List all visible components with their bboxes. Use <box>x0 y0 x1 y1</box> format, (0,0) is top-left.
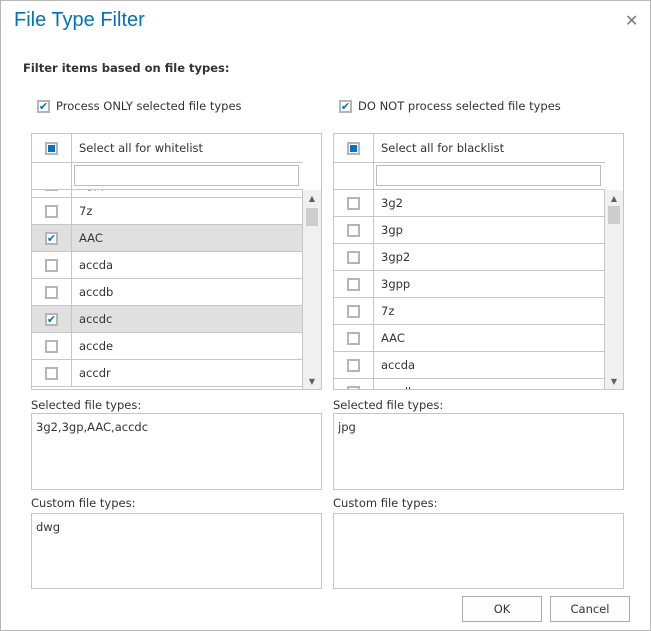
list-item[interactable]: 7z <box>32 198 302 225</box>
whitelist-selected-label: Selected file types: <box>31 398 142 412</box>
item-checkbox[interactable] <box>347 358 360 372</box>
select-all-blacklist-checkbox[interactable] <box>347 141 360 155</box>
item-label: accde <box>79 339 114 353</box>
item-checkbox[interactable] <box>347 385 360 389</box>
scroll-down-icon[interactable]: ▼ <box>605 377 623 386</box>
blacklist-list: Select all for blacklist 3g2 3gp 3gp2 3gpp 7… <box>333 133 624 390</box>
item-checkbox[interactable] <box>45 258 58 272</box>
select-all-blacklist-label: Select all for blacklist <box>381 141 505 155</box>
item-label: 7z <box>79 204 93 218</box>
item-label: accdc <box>79 312 113 326</box>
item-label: 3gpp <box>72 190 302 197</box>
blacklist-scrollbar[interactable]: ▲ ▼ <box>605 190 623 389</box>
item-checkbox[interactable] <box>347 223 360 237</box>
whitelist-filter-input[interactable] <box>74 165 299 186</box>
close-icon[interactable]: ✕ <box>625 11 638 30</box>
item-checkbox[interactable] <box>347 250 360 264</box>
whitelist-option-label: Process ONLY selected file types <box>56 99 242 113</box>
list-item[interactable]: accdr <box>32 360 302 387</box>
blacklist-option-label: DO NOT process selected file types <box>358 99 561 113</box>
item-label: AAC <box>381 331 405 345</box>
item-checkbox[interactable] <box>45 366 58 380</box>
item-checkbox[interactable] <box>347 304 360 318</box>
item-label: accdr <box>79 366 111 380</box>
scroll-thumb[interactable] <box>608 206 620 224</box>
list-item[interactable]: ✔ accdc <box>32 306 302 333</box>
list-item[interactable]: accda <box>32 252 302 279</box>
whitelist-custom-field[interactable]: dwg <box>31 513 322 589</box>
dialog-title: File Type Filter <box>14 9 145 31</box>
blacklist-option-checkbox[interactable]: ✔ <box>339 99 352 113</box>
blacklist-option[interactable]: ✔ DO NOT process selected file types <box>339 99 561 113</box>
cancel-button[interactable]: Cancel <box>550 596 630 622</box>
item-label: 3gp <box>381 223 403 237</box>
item-label: accda <box>381 358 416 372</box>
file-type-filter-dialog: File Type Filter ✕ Filter items based on… <box>0 0 651 631</box>
list-item[interactable]: AAC <box>334 325 604 352</box>
ok-button[interactable]: OK <box>462 596 542 622</box>
item-checkbox[interactable] <box>45 204 58 218</box>
select-all-whitelist-checkbox[interactable] <box>45 141 58 155</box>
scroll-up-icon[interactable]: ▲ <box>303 194 321 203</box>
whitelist-selected-field[interactable]: 3g2,3gp,AAC,accdc <box>31 413 322 490</box>
scroll-thumb[interactable] <box>306 208 318 226</box>
blacklist-selected-label: Selected file types: <box>333 398 444 412</box>
whitelist-option[interactable]: ✔ Process ONLY selected file types <box>37 99 242 113</box>
list-item[interactable]: 7z <box>334 298 604 325</box>
list-item[interactable]: 3g2 <box>334 190 604 217</box>
list-item[interactable]: 3gpp <box>32 190 302 198</box>
item-label: 3g2 <box>381 196 403 210</box>
item-checkbox[interactable] <box>45 285 58 299</box>
item-checkbox[interactable] <box>45 339 58 353</box>
item-checkbox[interactable] <box>347 196 360 210</box>
blacklist-custom-field[interactable] <box>333 513 624 589</box>
item-label: accdb <box>374 379 604 389</box>
item-label: 3gpp <box>381 277 411 291</box>
whitelist-list: Select all for whitelist 3gpp 7z ✔ AAC accda… <box>31 133 322 390</box>
item-label: accda <box>79 258 114 272</box>
item-label: accdb <box>79 285 114 299</box>
list-item[interactable]: 3gp <box>334 217 604 244</box>
whitelist-scrollbar[interactable]: ▲ ▼ <box>303 190 321 389</box>
list-item[interactable]: 3gp2 <box>334 244 604 271</box>
scroll-up-icon[interactable]: ▲ <box>605 194 623 203</box>
item-label: 7z <box>381 304 395 318</box>
list-item[interactable]: accdb <box>334 379 604 389</box>
whitelist-option-checkbox[interactable]: ✔ <box>37 99 50 113</box>
list-item[interactable]: accde <box>32 333 302 360</box>
list-item[interactable]: ✔ AAC <box>32 225 302 252</box>
scroll-down-icon[interactable]: ▼ <box>303 377 321 386</box>
list-item[interactable]: accdb <box>32 279 302 306</box>
section-heading: Filter items based on file types: <box>23 61 230 75</box>
item-label: 3gp2 <box>381 250 411 264</box>
item-checkbox[interactable]: ✔ <box>45 312 58 326</box>
blacklist-custom-label: Custom file types: <box>333 496 438 510</box>
item-label: AAC <box>79 231 103 245</box>
select-all-whitelist-label: Select all for whitelist <box>79 141 204 155</box>
list-item[interactable]: accda <box>334 352 604 379</box>
whitelist-custom-label: Custom file types: <box>31 496 136 510</box>
blacklist-selected-field[interactable]: jpg <box>333 413 624 490</box>
item-checkbox[interactable] <box>347 331 360 345</box>
item-checkbox[interactable]: ✔ <box>45 231 58 245</box>
list-item[interactable]: 3gpp <box>334 271 604 298</box>
item-checkbox[interactable] <box>45 190 58 191</box>
blacklist-filter-input[interactable] <box>376 165 601 186</box>
item-checkbox[interactable] <box>347 277 360 291</box>
